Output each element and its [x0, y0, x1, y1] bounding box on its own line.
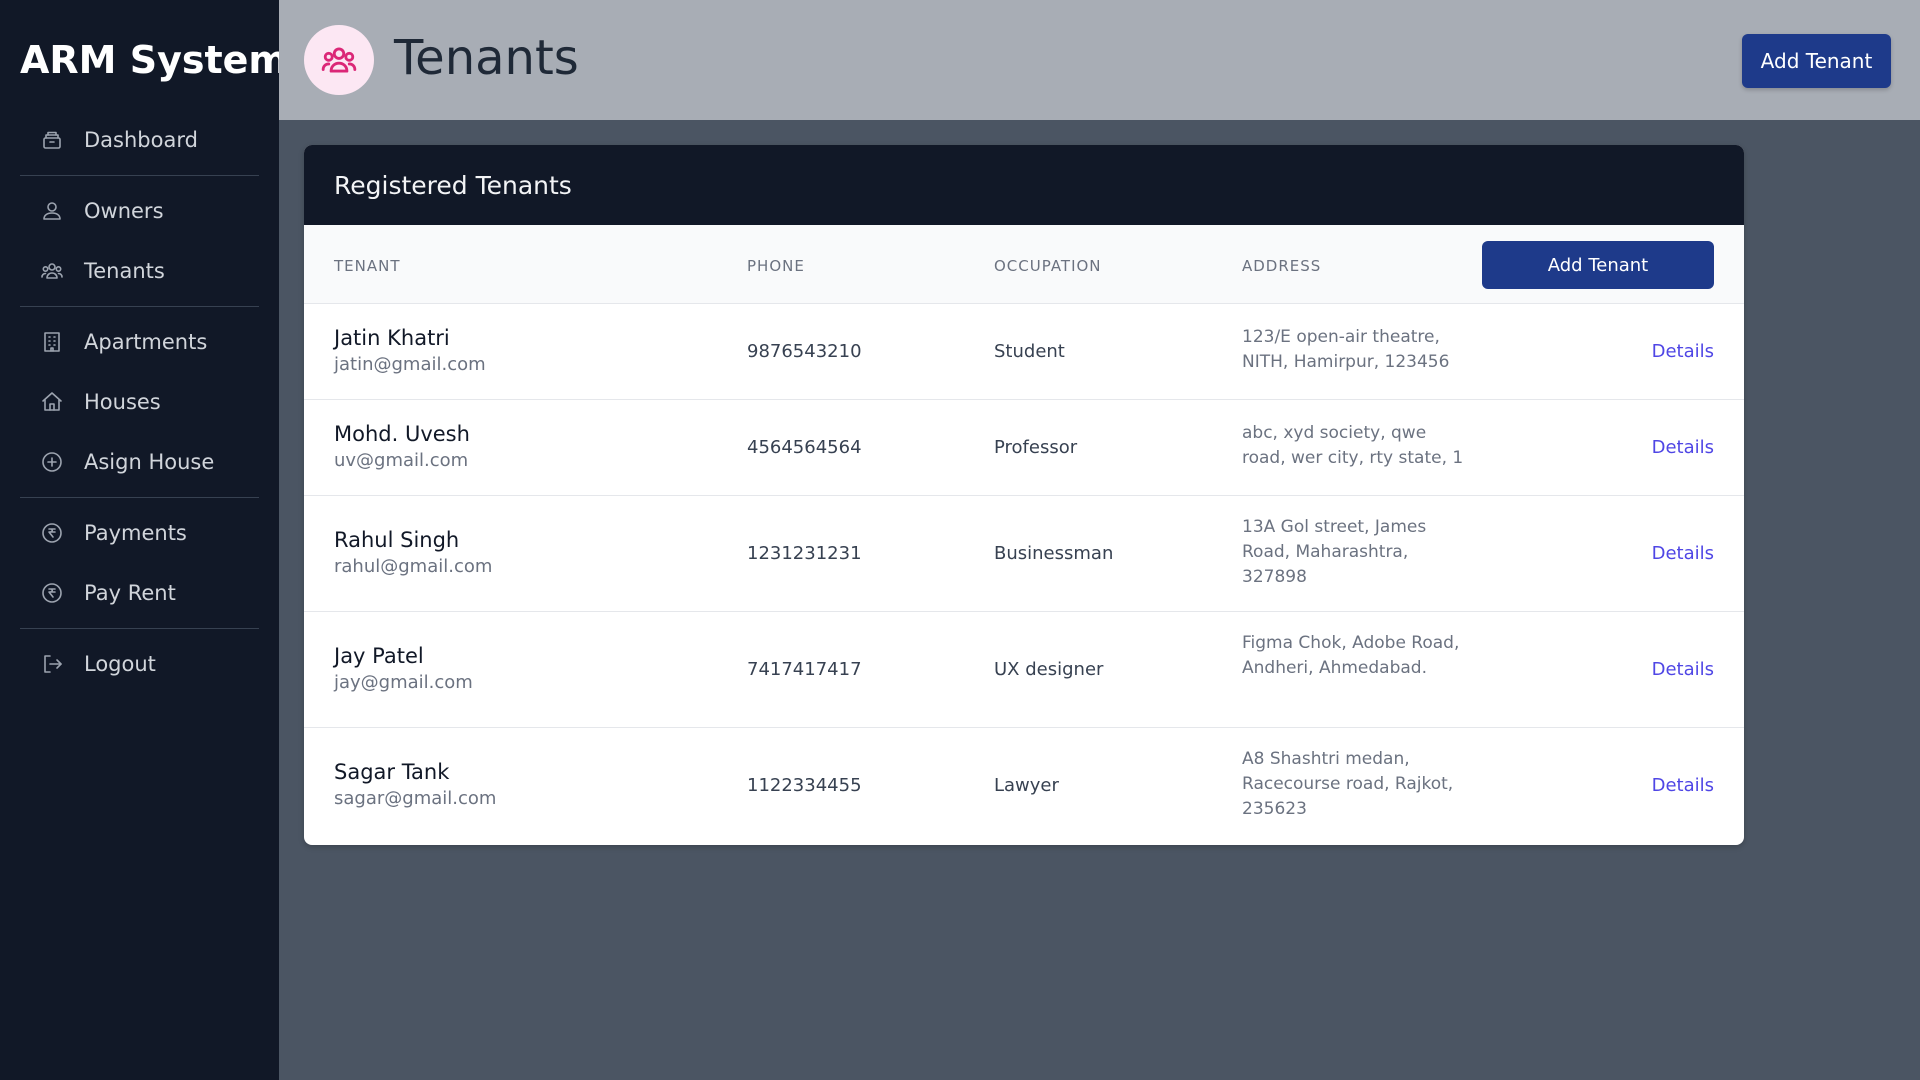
sidebar-item-label: Asign House: [84, 450, 215, 474]
sidebar-item-label: Tenants: [84, 259, 165, 283]
sidebar-item-apartments[interactable]: Apartments: [20, 318, 259, 366]
details-link[interactable]: Details: [1652, 437, 1714, 458]
users-icon: [40, 199, 64, 223]
sidebar-item-logout[interactable]: Logout: [20, 640, 259, 688]
sidebar-divider: [20, 628, 259, 629]
tenant-address: 13A Gol street, James Road, Maharashtra,…: [1242, 517, 1427, 587]
column-header-tenant: TENANT: [334, 257, 401, 275]
building-icon: [40, 330, 64, 354]
rupee-circle-icon: [40, 521, 64, 545]
tenant-occupation: Student: [994, 341, 1065, 362]
app-title: ARM System: [20, 38, 289, 82]
tenant-address: A8 Shashtri medan, Racecourse road, Rajk…: [1242, 749, 1454, 819]
sidebar-item-label: Dashboard: [84, 128, 198, 152]
sidebar-divider: [20, 306, 259, 307]
sidebar-item-label: Payments: [84, 521, 187, 545]
add-tenant-table-button[interactable]: Add Tenant: [1482, 241, 1714, 289]
tenant-name: Sagar Tank: [334, 760, 450, 784]
table-row: Jatin Khatri jatin@gmail.com 9876543210 …: [304, 304, 1744, 400]
tenant-email: jatin@gmail.com: [334, 354, 486, 375]
tenant-email: sagar@gmail.com: [334, 788, 497, 809]
tenant-email: rahul@gmail.com: [334, 556, 493, 577]
sidebar: ARM System Dashboard Owners Tenants Apar…: [0, 0, 288, 1080]
sidebar-item-label: Apartments: [84, 330, 208, 354]
tenant-occupation: Professor: [994, 437, 1078, 458]
tenant-phone: 7417417417: [747, 659, 862, 680]
page-title: Tenants: [394, 30, 579, 86]
sidebar-item-owners[interactable]: Owners: [20, 187, 259, 235]
sidebar-item-pay-rent[interactable]: Pay Rent: [20, 569, 259, 617]
logout-icon: [40, 652, 64, 676]
sidebar-divider: [20, 497, 259, 498]
details-link[interactable]: Details: [1652, 341, 1714, 362]
tenant-phone: 1122334455: [747, 775, 862, 796]
table-row: Sagar Tank sagar@gmail.com 1122334455 La…: [304, 728, 1744, 844]
table-row: Rahul Singh rahul@gmail.com 1231231231 B…: [304, 496, 1744, 612]
tenant-occupation: Lawyer: [994, 775, 1059, 796]
table-row: Jay Patel jay@gmail.com 7417417417 UX de…: [304, 612, 1744, 728]
tenant-email: jay@gmail.com: [334, 672, 473, 693]
sidebar-item-label: Owners: [84, 199, 164, 223]
tenant-name: Rahul Singh: [334, 528, 460, 552]
tenant-occupation: Businessman: [994, 543, 1114, 564]
page-header: Tenants Add Tenant: [279, 0, 1920, 120]
tenant-occupation: UX designer: [994, 659, 1104, 680]
column-header-occupation: OCCUPATION: [994, 257, 1102, 275]
tenant-phone: 9876543210: [747, 341, 862, 362]
sidebar-item-label: Houses: [84, 390, 161, 414]
column-header-phone: PHONE: [747, 257, 805, 275]
tenant-address: Figma Chok, Adobe Road, Andheri, Ahmedab…: [1242, 633, 1460, 678]
column-header-address: ADDRESS: [1242, 257, 1322, 275]
sidebar-item-houses[interactable]: Houses: [20, 378, 259, 426]
card-title: Registered Tenants: [304, 145, 1744, 225]
details-link[interactable]: Details: [1652, 659, 1714, 680]
user-group-icon: [40, 259, 64, 283]
add-tenant-button[interactable]: Add Tenant: [1742, 34, 1891, 88]
table-row: Mohd. Uvesh uv@gmail.com 4564564564 Prof…: [304, 400, 1744, 496]
tenant-address: 123/E open-air theatre, NITH, Hamirpur, …: [1242, 327, 1450, 372]
tenant-email: uv@gmail.com: [334, 450, 469, 471]
archive-icon: [40, 128, 64, 152]
plus-circle-icon: [40, 450, 64, 474]
details-link[interactable]: Details: [1652, 775, 1714, 796]
tenant-name: Jay Patel: [334, 644, 424, 668]
sidebar-item-label: Pay Rent: [84, 581, 176, 605]
rupee-circle-icon: [40, 581, 64, 605]
details-link[interactable]: Details: [1652, 543, 1714, 564]
sidebar-item-dashboard[interactable]: Dashboard: [20, 116, 259, 164]
table-header: TENANT PHONE OCCUPATION ADDRESS Add Tena…: [304, 225, 1744, 304]
sidebar-item-label: Logout: [84, 652, 156, 676]
user-group-icon: [304, 25, 374, 95]
sidebar-item-asign-house[interactable]: Asign House: [20, 438, 259, 486]
home-icon: [40, 390, 64, 414]
tenant-phone: 1231231231: [747, 543, 862, 564]
tenant-name: Mohd. Uvesh: [334, 422, 470, 446]
sidebar-item-payments[interactable]: Payments: [20, 509, 259, 557]
tenant-address: abc, xyd society, qwe road, wer city, rt…: [1242, 423, 1464, 468]
tenants-card: Registered Tenants TENANT PHONE OCCUPATI…: [304, 145, 1744, 845]
tenant-phone: 4564564564: [747, 437, 862, 458]
sidebar-item-tenants[interactable]: Tenants: [20, 247, 259, 295]
tenant-name: Jatin Khatri: [334, 326, 450, 350]
sidebar-divider: [20, 175, 259, 176]
